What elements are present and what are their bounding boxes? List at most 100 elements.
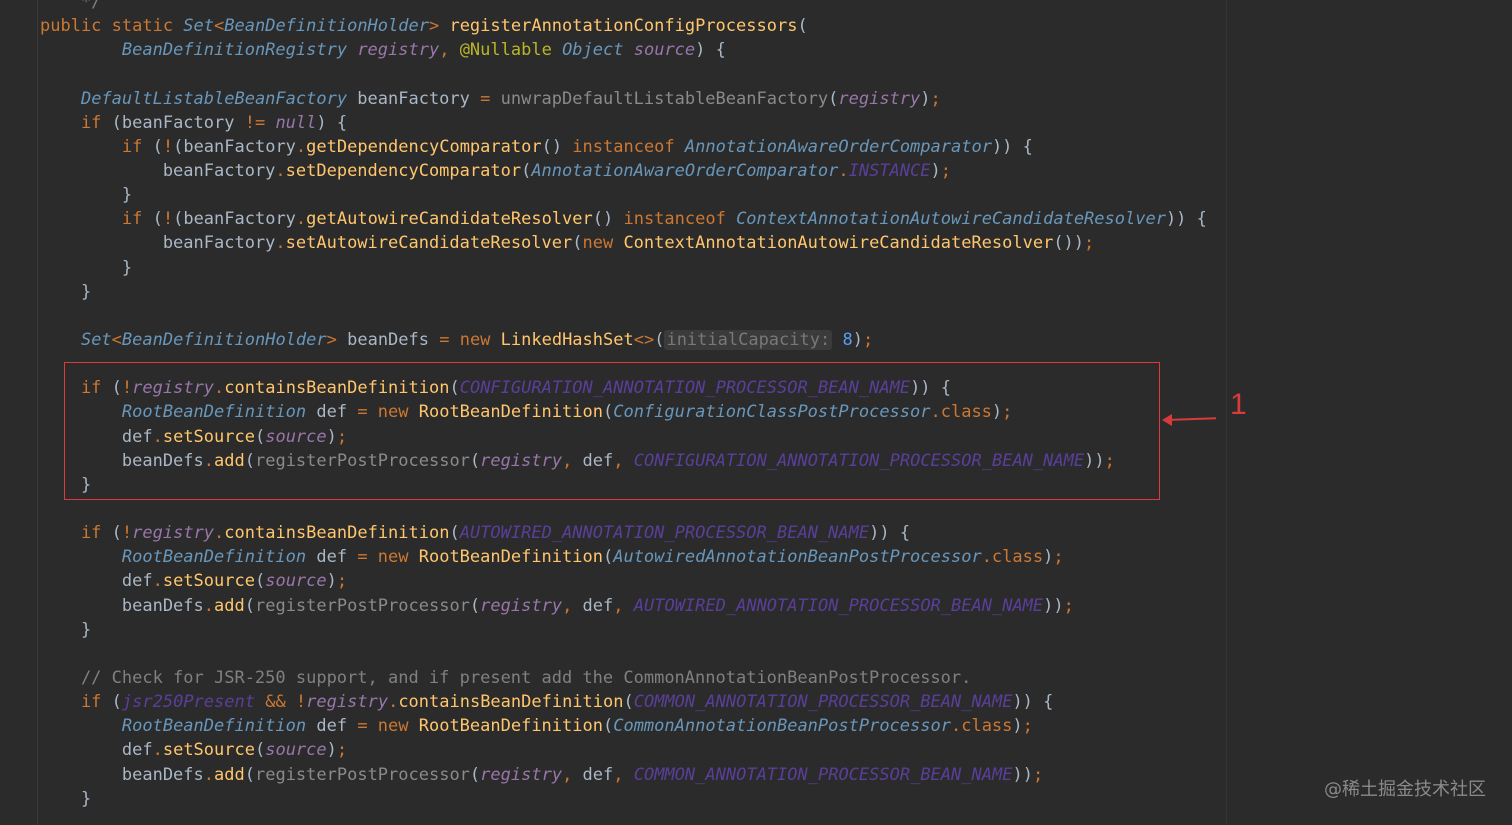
code-token: beanDefs [40,764,204,785]
code-token: ; [1032,764,1044,785]
code-token: <> [633,329,655,350]
code-token: def [582,764,614,785]
code-token: getAutowireCandidateResolver [306,209,593,230]
code-token: RootBeanDefinition [121,547,307,568]
code-token: ( [111,692,122,713]
code-token: = new [357,716,419,737]
code-line: RootBeanDefinition def = new RootBeanDef… [40,545,1207,569]
code-token: ContextAnnotationAutowireCandidateResolv… [736,209,1166,230]
code-token: getDependencyComparator [306,136,542,157]
code-token: )) { [869,523,911,544]
code-token: INSTANCE [848,160,931,181]
code-line: def.setSource(source); [40,569,1207,593]
code-token: )) [1043,595,1064,616]
code-token: ( [797,16,808,37]
code-token: unwrapDefaultListableBeanFactory [500,88,829,109]
code-token: Set [80,329,112,350]
arrow-head-icon [1162,414,1172,426]
code-token: AnnotationAwareOrderComparator [531,160,839,181]
code-token: ( [449,523,460,544]
annotation-number: 1 [1230,388,1247,421]
code-token: source [265,740,327,761]
code-token: if [40,692,112,713]
code-token: source [633,40,696,61]
code-line: } [40,787,1207,811]
code-token: containsBeanDefinition [224,523,450,544]
code-token: registry [357,40,440,61]
code-token: jsr250Present [121,692,255,713]
code-token: } [40,281,92,302]
code-token: ( [602,547,614,568]
code-token: ( [254,571,266,592]
code-token: ContextAnnotationAutowireCandidateResolv… [623,233,1054,254]
code-token: , [562,595,583,616]
code-token: ( [152,209,163,230]
code-line: def.setSource(source); [40,738,1207,762]
code-token: registerAnnotationConfigProcessors [449,16,798,37]
code-token: ( [111,523,122,544]
code-token: beanDefs [40,595,204,616]
code-token: ( [469,595,481,616]
code-token: if [40,209,153,230]
code-token: , [613,595,634,616]
code-token: COMMON_ANNOTATION_PROCESSOR_BEAN_NAME [633,764,1013,785]
code-token: Object [562,40,624,61]
code-token: .class [950,716,1013,737]
code-token: = new [439,329,501,350]
code-token: BeanDefinitionHolder [224,16,429,37]
code-token: () [592,209,624,230]
code-token: beanDefs [347,329,440,350]
code-token: def [582,595,614,616]
code-line: if (!registry.containsBeanDefinition(AUT… [40,521,1207,545]
code-line: DefaultListableBeanFactory beanFactory =… [40,87,1207,111]
code-token: registry [480,764,563,785]
code-token: if [40,523,112,544]
code-token: registry [838,88,921,109]
code-token: ( [521,160,532,181]
code-token: RootBeanDefinition [418,716,603,737]
code-token: && ! [265,692,307,713]
code-token: . [275,160,286,181]
code-token: )) { [1165,209,1207,230]
code-token: ) [1012,716,1023,737]
code-token: ) [326,571,337,592]
code-token: COMMON_ANNOTATION_PROCESSOR_BEAN_NAME [633,692,1013,713]
code-token: } [40,619,92,640]
code-token: registerPostProcessor [254,764,470,785]
watermark: @稀土掘金技术社区 [1324,779,1486,800]
code-token: registry [480,595,563,616]
code-token: )) [1012,764,1033,785]
code-token: (beanFactory [173,136,296,157]
code-token: ; [1063,595,1074,616]
code-token: } [40,185,133,206]
code-token: public static [40,16,184,37]
code-token: ) [852,329,863,350]
code-token: ( [654,329,665,350]
code-token: ( [152,136,163,157]
right-margin-guide [1226,0,1227,825]
code-token: def [40,740,153,761]
code-token: > [428,16,450,37]
code-token: } [40,257,133,278]
code-token: . [203,595,215,616]
code-token: LinkedHashSet [500,329,634,350]
code-token: containsBeanDefinition [398,692,624,713]
code-token: = new [357,547,419,568]
code-token: ) { [316,112,348,133]
code-token: (beanFactory [111,112,245,133]
code-token: AUTOWIRED_ANNOTATION_PROCESSOR_BEAN_NAME [633,595,1044,616]
code-token: AnnotationAwareOrderComparator [684,136,992,157]
code-token: registry [306,692,389,713]
code-line: if (beanFactory != null) { [40,111,1207,135]
code-token: ; [336,740,348,761]
code-token: .class [981,547,1044,568]
code-line: */ [40,0,1207,14]
code-token: ; [1053,547,1064,568]
code-token: registry [132,523,215,544]
code-token: setAutowireCandidateResolver [285,233,573,254]
code-token: . [152,740,163,761]
